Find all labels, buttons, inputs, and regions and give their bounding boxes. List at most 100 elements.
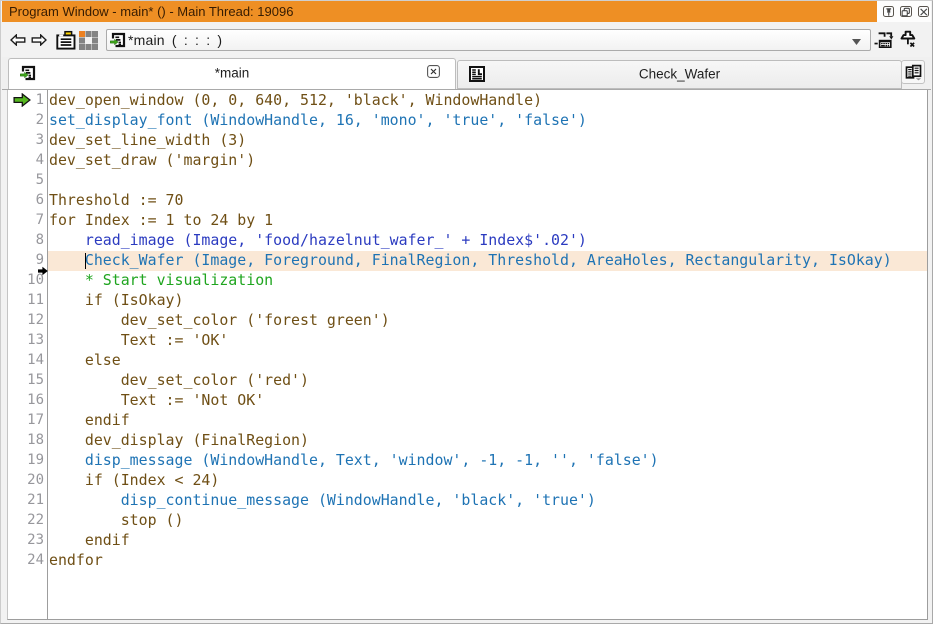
pin-button[interactable] xyxy=(883,6,895,18)
code-line[interactable]: 21 disp_continue_message (WindowHandle, … xyxy=(8,491,927,511)
line-number: 18 xyxy=(8,430,44,450)
title-bar[interactable]: Program Window - main* () - Main Thread:… xyxy=(2,1,879,22)
line-text: Threshold := 70 xyxy=(49,190,183,210)
code-line[interactable]: 1dev_open_window (0, 0, 640, 512, 'black… xyxy=(8,91,927,111)
line-text: dev_set_color ('red') xyxy=(49,370,309,390)
float-window-button[interactable] xyxy=(900,6,912,18)
code-line[interactable]: 18 dev_display (FinalRegion) xyxy=(8,431,927,451)
code-line[interactable]: 5 xyxy=(8,171,927,191)
close-icon xyxy=(919,7,929,17)
program-counter-icon xyxy=(13,93,31,107)
forward-arrow-icon xyxy=(31,34,47,46)
pin-icon xyxy=(884,7,894,17)
line-text: * Start visualization xyxy=(49,270,273,290)
line-text: dev_display (FinalRegion) xyxy=(49,430,309,450)
grid-button[interactable] xyxy=(79,31,98,50)
tab-list-button[interactable] xyxy=(901,60,925,84)
code-line[interactable]: 19 disp_message (WindowHandle, Text, 'wi… xyxy=(8,451,927,471)
code-line[interactable]: 10 * Start visualization xyxy=(8,271,927,291)
float-windows-icon xyxy=(901,7,911,17)
tab-list-icon xyxy=(905,64,922,81)
unpin-button[interactable] xyxy=(898,30,918,50)
combo-dropdown-icon xyxy=(852,39,861,45)
line-number: 16 xyxy=(8,390,44,410)
code-line[interactable]: 12 dev_set_color ('forest green') xyxy=(8,311,927,331)
line-number: 6 xyxy=(8,190,44,210)
close-window-button[interactable] xyxy=(918,6,930,18)
code-line[interactable]: 3dev_set_line_width (3) xyxy=(8,131,927,151)
line-number: 19 xyxy=(8,450,44,470)
open-in-editor-button[interactable] xyxy=(874,30,896,50)
text-caret xyxy=(85,253,87,269)
code-line[interactable]: 24endfor xyxy=(8,551,927,571)
toolbar: *main ( : : : ) xyxy=(2,22,931,57)
line-number: 11 xyxy=(8,290,44,310)
code-line[interactable]: 11 if (IsOkay) xyxy=(8,291,927,311)
tab-close-button[interactable] xyxy=(427,65,440,83)
line-text: Text := 'OK' xyxy=(49,330,228,350)
grid-icon xyxy=(79,31,98,50)
line-text: set_display_font (WindowHandle, 16, 'mon… xyxy=(49,110,587,130)
operator-window-button[interactable] xyxy=(56,30,76,50)
code-line[interactable]: 9 Check_Wafer (Image, Foreground, FinalR… xyxy=(8,251,927,271)
code-line[interactable]: 17 endif xyxy=(8,411,927,431)
code-line[interactable]: 15 dev_set_color ('red') xyxy=(8,371,927,391)
line-number: 4 xyxy=(8,150,44,170)
line-number: 12 xyxy=(8,310,44,330)
window-title: Program Window - main* () - Main Thread:… xyxy=(2,4,293,19)
code-line[interactable]: 14 else xyxy=(8,351,927,371)
code-line[interactable]: 4dev_set_draw ('margin') xyxy=(8,151,927,171)
code-editor[interactable]: 1dev_open_window (0, 0, 640, 512, 'black… xyxy=(7,90,928,620)
procedure-combobox[interactable]: *main ( : : : ) xyxy=(106,29,871,51)
back-arrow-icon xyxy=(10,34,26,46)
line-text: for Index := 1 to 24 by 1 xyxy=(49,210,273,230)
line-number: 17 xyxy=(8,410,44,430)
line-number: 2 xyxy=(8,110,44,130)
line-text: dev_set_color ('forest green') xyxy=(49,310,390,330)
line-number: 14 xyxy=(8,350,44,370)
window-with-tab-icon xyxy=(56,30,76,50)
line-number: 5 xyxy=(8,170,44,190)
main-procedure-icon xyxy=(110,32,126,48)
line-text: dev_open_window (0, 0, 640, 512, 'black'… xyxy=(49,90,542,110)
line-text: read_image (Image, 'food/hazelnut_wafer_… xyxy=(49,230,587,250)
line-text: disp_message (WindowHandle, Text, 'windo… xyxy=(49,450,659,470)
line-text: Check_Wafer (Image, Foreground, FinalReg… xyxy=(49,250,892,270)
title-controls xyxy=(877,1,931,22)
code-line[interactable]: 23 endif xyxy=(8,531,927,551)
code-line[interactable]: 20 if (Index < 24) xyxy=(8,471,927,491)
forward-button[interactable] xyxy=(31,34,47,46)
code-line[interactable]: 16 Text := 'Not OK' xyxy=(8,391,927,411)
procedure-combo-value: *main ( : : : ) xyxy=(126,32,222,48)
line-text: if (IsOkay) xyxy=(49,290,183,310)
line-text: endif xyxy=(49,410,130,430)
line-text: Text := 'Not OK' xyxy=(49,390,264,410)
code-line[interactable]: 8 read_image (Image, 'food/hazelnut_wafe… xyxy=(8,231,927,251)
edit-in-window-icon xyxy=(874,30,896,50)
back-button[interactable] xyxy=(10,34,26,46)
code-lines: 1dev_open_window (0, 0, 640, 512, 'black… xyxy=(8,91,927,571)
line-text: endif xyxy=(49,530,130,550)
line-number: 15 xyxy=(8,370,44,390)
line-number: 23 xyxy=(8,530,44,550)
line-number: 20 xyxy=(8,470,44,490)
tab-check-wafer[interactable]: Check_Wafer xyxy=(457,60,902,89)
tab-check-wafer-label: Check_Wafer xyxy=(458,66,901,81)
line-number: 21 xyxy=(8,490,44,510)
line-text: endfor xyxy=(49,550,103,570)
line-text: dev_set_draw ('margin') xyxy=(49,150,255,170)
line-text: stop () xyxy=(49,510,183,530)
tab-main[interactable]: *main xyxy=(8,58,456,89)
code-line[interactable]: 7for Index := 1 to 24 by 1 xyxy=(8,211,927,231)
code-line[interactable]: 2set_display_font (WindowHandle, 16, 'mo… xyxy=(8,111,927,131)
line-number: 22 xyxy=(8,510,44,530)
program-window: Program Window - main* () - Main Thread:… xyxy=(0,0,933,624)
code-line[interactable]: 6Threshold := 70 xyxy=(8,191,927,211)
line-number: 24 xyxy=(8,550,44,570)
line-text: disp_continue_message (WindowHandle, 'bl… xyxy=(49,490,596,510)
line-number: 8 xyxy=(8,230,44,250)
code-line[interactable]: 22 stop () xyxy=(8,511,927,531)
close-tab-icon xyxy=(427,65,440,78)
code-line[interactable]: 13 Text := 'OK' xyxy=(8,331,927,351)
insert-cursor-icon xyxy=(38,266,48,276)
